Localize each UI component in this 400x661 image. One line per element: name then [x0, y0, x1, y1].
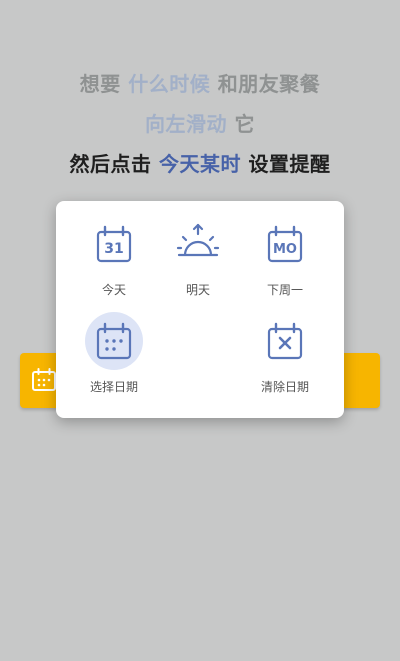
- option-pick-date[interactable]: 选择日期: [66, 298, 162, 394]
- option-clear-date[interactable]: 清除日期: [237, 298, 333, 394]
- instruction-2-highlight: 向左滑动: [145, 112, 228, 136]
- instruction-1-suffix: 和朋友聚餐: [210, 72, 321, 96]
- instruction-2-suffix: 它: [227, 112, 255, 136]
- instruction-line-3: 然后点击 今天某时 设置提醒: [0, 148, 400, 177]
- instruction-1-highlight: 什么时候: [128, 72, 211, 96]
- calendar-monday-icon: MO: [262, 221, 308, 267]
- calendar-grid-icon: [85, 312, 143, 370]
- instruction-line-1: 想要 什么时候 和朋友聚餐: [0, 68, 400, 97]
- sunrise-icon: [175, 221, 221, 267]
- instruction-3-highlight: 今天某时: [159, 152, 241, 176]
- instruction-3-prefix: 然后点击: [69, 152, 159, 176]
- instruction-line-2: 向左滑动 它: [0, 108, 400, 137]
- option-clear-date-label: 清除日期: [260, 380, 309, 394]
- calendar-clear-icon: [262, 318, 308, 364]
- instruction-3-suffix: 设置提醒: [241, 152, 331, 176]
- calendar-today-icon: 31: [91, 221, 137, 267]
- next-monday-abbrev: MO: [273, 242, 297, 257]
- option-tomorrow-label: 明天: [185, 283, 210, 297]
- option-today[interactable]: 31 今天: [66, 201, 162, 297]
- option-next-monday-label: 下周一: [266, 283, 303, 297]
- today-day-number: 31: [104, 241, 123, 257]
- option-pick-date-label: 选择日期: [89, 380, 138, 394]
- option-today-label: 今天: [101, 283, 126, 297]
- instruction-1-prefix: 想要: [79, 72, 129, 96]
- option-tomorrow[interactable]: 明天: [150, 201, 246, 297]
- date-picker-popup: 31 今天 明天 MO 下周一 选择日期 清除日期: [56, 201, 344, 418]
- calendar-icon: [31, 367, 57, 393]
- option-next-monday[interactable]: MO 下周一: [237, 201, 333, 297]
